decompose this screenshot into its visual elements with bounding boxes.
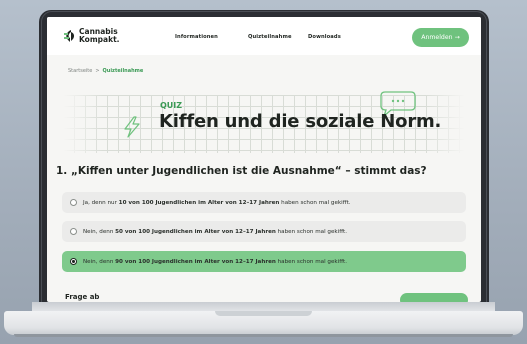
breadcrumb-separator: > (95, 68, 100, 74)
radio-button[interactable] (70, 228, 77, 235)
option-text: Nein, denn 90 von 100 Jugendlichen im Al… (83, 259, 347, 265)
answer-option-3[interactable]: Nein, denn 90 von 100 Jugendlichen im Al… (62, 251, 466, 272)
breadcrumb-home[interactable]: Startseite (68, 68, 92, 74)
option-bold: 50 von 100 Jugendlichen im Alter von 12–… (115, 228, 276, 235)
option-suffix: haben schon mal gekifft. (279, 199, 351, 206)
radio-button-selected[interactable] (70, 258, 77, 265)
login-button[interactable]: Anmelden → (412, 28, 469, 47)
option-bold: 90 von 100 Jugendlichen im Alter von 12–… (115, 258, 276, 265)
cannabis-leaf-icon (64, 30, 75, 42)
header: Cannabis Kompakt. Informationen Quizteil… (47, 17, 481, 55)
login-label: Anmelden (421, 34, 453, 41)
grid-fade-left (63, 95, 103, 153)
logo-line2: Kompakt. (79, 35, 120, 44)
laptop-base-lip (14, 334, 513, 337)
lightning-bolt-icon (124, 116, 140, 138)
option-bold: 10 von 100 Jugendlichen im Alter von 12–… (118, 199, 280, 206)
footer-partial-text: Frage ab (65, 293, 100, 301)
option-text: Nein, denn 50 von 100 Jugendlichen im Al… (83, 229, 347, 235)
next-button[interactable] (400, 293, 468, 302)
option-suffix: haben schon mal gekifft. (275, 228, 348, 235)
nav-downloads[interactable]: Downloads (308, 34, 341, 40)
hero-eyebrow: QUIZ (160, 101, 183, 110)
breadcrumb-current: Quizteilnahme (102, 68, 144, 74)
answer-option-1[interactable]: Ja, denn nur 10 von 100 Jugendlichen im … (62, 192, 466, 213)
question-text: 1. „Kiffen unter Jugendlichen ist die Au… (56, 165, 427, 177)
answer-option-2[interactable]: Nein, denn 50 von 100 Jugendlichen im Al… (62, 221, 466, 242)
arrow-right-icon: → (454, 34, 460, 41)
option-text: Ja, denn nur 10 von 100 Jugendlichen im … (83, 200, 351, 206)
nav-quizteilnahme[interactable]: Quizteilnahme (248, 34, 292, 40)
page-title: Kiffen und die soziale Norm. (159, 111, 442, 132)
option-prefix: Ja, denn nur (83, 199, 119, 206)
nav-informationen[interactable]: Informationen (175, 34, 218, 40)
laptop-notch (215, 311, 312, 316)
option-prefix: Nein, denn (83, 258, 116, 265)
laptop-screen: Cannabis Kompakt. Informationen Quizteil… (47, 17, 481, 302)
breadcrumb: Startseite > Quizteilnahme (68, 68, 143, 74)
logo-text[interactable]: Cannabis Kompakt. (79, 28, 120, 44)
option-suffix: haben schon mal gekifft. (275, 258, 348, 265)
radio-button[interactable] (70, 199, 77, 206)
option-prefix: Nein, denn (83, 228, 116, 235)
